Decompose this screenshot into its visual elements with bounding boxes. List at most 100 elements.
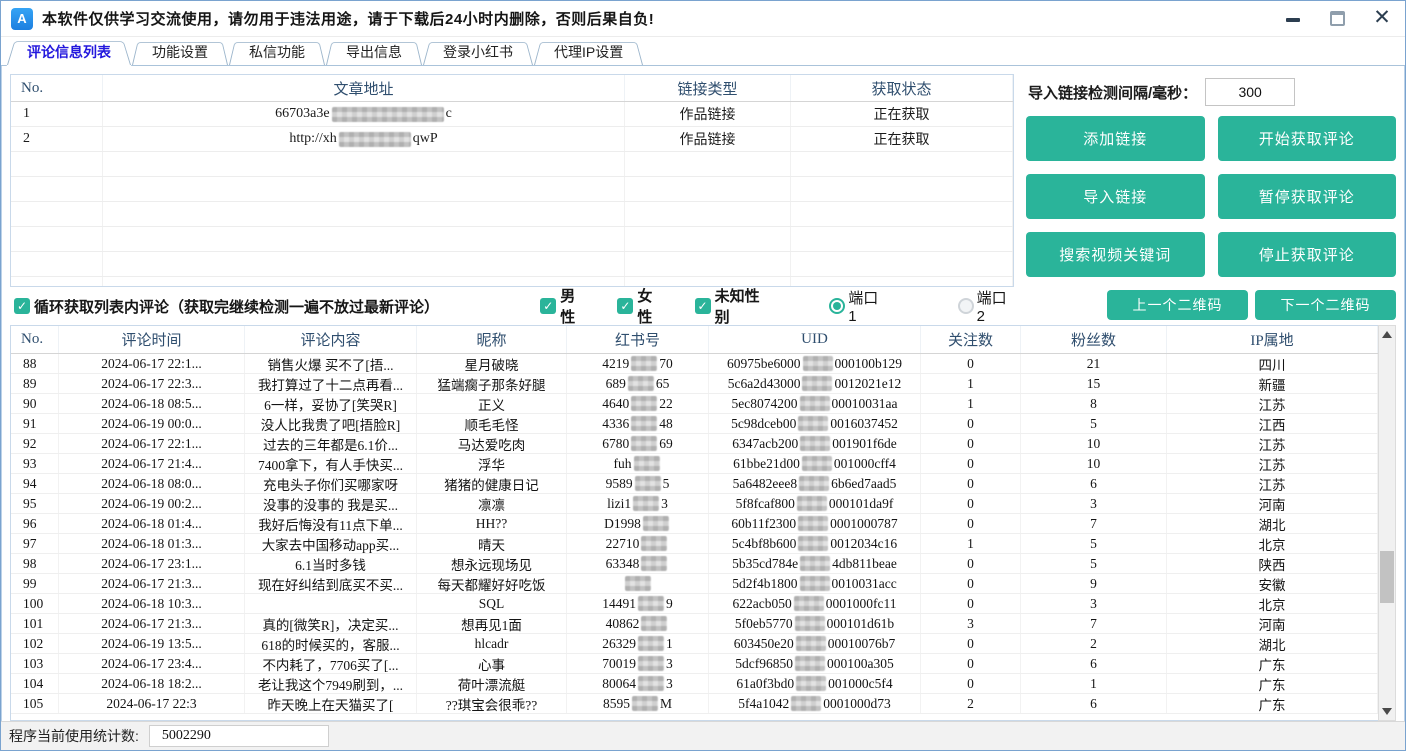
cell-fetch-status: 正在获取 [791, 127, 1013, 151]
col-header-uid[interactable]: UID [709, 326, 921, 353]
scroll-down-arrow[interactable] [1379, 703, 1395, 720]
cell-no: 93 [11, 454, 59, 473]
empty-cell [11, 177, 103, 201]
col-header-comment-content[interactable]: 评论内容 [245, 326, 417, 353]
scrollbar-thumb[interactable] [1380, 551, 1394, 603]
cell-ip-location: 广东 [1167, 654, 1378, 673]
comment-table-row[interactable]: 1002024-06-18 10:3...SQL144919622acb0500… [11, 594, 1378, 614]
comment-table-row[interactable]: 932024-06-17 21:4...7400拿下，有人手快买...浮华fuh… [11, 454, 1378, 474]
cell-uid: 5f4a10420001000d73 [709, 694, 921, 713]
start-fetch-comments-button[interactable]: 开始获取评论 [1218, 116, 1397, 161]
cell-no: 88 [11, 354, 59, 373]
cell-fans-count: 7 [1021, 514, 1167, 533]
comment-table-row[interactable]: 952024-06-19 00:2...没事的没事的 我是买...凛凛lizi1… [11, 494, 1378, 514]
port1-group: 端口1 [829, 287, 885, 325]
interval-input[interactable] [1205, 78, 1295, 106]
interval-label: 导入链接检测间隔/毫秒： [1028, 82, 1197, 103]
male-checkbox[interactable]: ✓ [540, 298, 556, 314]
search-video-keyword-button[interactable]: 搜索视频关键词 [1026, 232, 1205, 277]
col-header-red-id[interactable]: 红书号 [567, 326, 709, 353]
loop-checkbox[interactable]: ✓ [14, 298, 30, 314]
col-header-ip-location[interactable]: IP属地 [1167, 326, 1378, 353]
col-header-fans-count[interactable]: 粉丝数 [1021, 326, 1167, 353]
cell-comment-content: 我好后悔没有11点下单... [245, 514, 417, 533]
cell-nickname: SQL [417, 594, 567, 613]
comment-table-row[interactable]: 1042024-06-18 18:2...老让我这个7949刷到，...荷叶漂流… [11, 674, 1378, 694]
comment-table-row[interactable]: 982024-06-17 23:1...6.1当时多钱想永远现场见633485b… [11, 554, 1378, 574]
col-header-url[interactable]: 文章地址 [103, 75, 625, 101]
censored-blur [800, 396, 830, 411]
gender-female: ✓ 女性 [617, 285, 666, 327]
female-checkbox[interactable]: ✓ [617, 298, 633, 314]
comment-table-row[interactable]: 1032024-06-17 23:4...不内耗了，7706买了[...心事70… [11, 654, 1378, 674]
unknown-gender-checkbox[interactable]: ✓ [695, 298, 711, 314]
col-header-nickname[interactable]: 昵称 [417, 326, 567, 353]
cell-follow-count: 0 [921, 354, 1021, 373]
add-link-button[interactable]: 添加链接 [1026, 116, 1205, 161]
comment-table-row[interactable]: 992024-06-17 21:3...现在好纠结到底买不买...每天都耀好好吃… [11, 574, 1378, 594]
cell-comment-time: 2024-06-17 21:3... [59, 614, 245, 633]
cell-nickname: 马达爱吃肉 [417, 434, 567, 453]
link-table-row[interactable]: 166703a3ec作品链接正在获取 [11, 102, 1013, 127]
next-qrcode-button[interactable]: 下一个二维码 [1255, 290, 1396, 320]
cell-no: 89 [11, 374, 59, 393]
cell-comment-time: 2024-06-19 00:2... [59, 494, 245, 513]
stop-fetch-comments-button[interactable]: 停止获取评论 [1218, 232, 1397, 277]
tab-proxy-ip[interactable]: 代理IP设置 [534, 39, 643, 65]
col-header-link-type[interactable]: 链接类型 [625, 75, 791, 101]
cell-comment-content: 不内耗了，7706买了[... [245, 654, 417, 673]
tab-function-settings[interactable]: 功能设置 [132, 39, 228, 65]
scroll-up-arrow[interactable] [1379, 326, 1395, 343]
cell-nickname: 想再见1面 [417, 614, 567, 633]
maximize-button[interactable] [1329, 10, 1347, 28]
col-header-comment-time[interactable]: 评论时间 [59, 326, 245, 353]
cell-comment-time: 2024-06-19 00:0... [59, 414, 245, 433]
pause-fetch-comments-button[interactable]: 暂停获取评论 [1218, 174, 1397, 219]
minimize-button[interactable] [1285, 10, 1303, 28]
tab-export-info[interactable]: 导出信息 [326, 39, 422, 65]
comment-table-row[interactable]: 942024-06-18 08:0...充电头子你们买哪家呀猪猪的健康日记958… [11, 474, 1378, 494]
empty-cell [103, 252, 625, 276]
col-header-follow-count[interactable]: 关注数 [921, 326, 1021, 353]
comment-table-row[interactable]: 1052024-06-17 22:3昨天晚上在天猫买了[??琪宝会很乖??859… [11, 694, 1378, 714]
cell-red-id: fuh [567, 454, 709, 473]
cell-comment-content: 老让我这个7949刷到，... [245, 674, 417, 693]
tab-login-xiaohongshu[interactable]: 登录小红书 [423, 39, 533, 65]
cell-follow-count: 0 [921, 594, 1021, 613]
comment-table-row[interactable]: 882024-06-17 22:1...销售火爆 买不了[捂...星月破晓421… [11, 354, 1378, 374]
comment-table-row[interactable]: 922024-06-17 22:1...过去的三年都是6.1价...马达爱吃肉6… [11, 434, 1378, 454]
cell-ip-location: 广东 [1167, 674, 1378, 693]
cell-uid: 60b11f23000001000787 [709, 514, 921, 533]
previous-qrcode-button[interactable]: 上一个二维码 [1107, 290, 1248, 320]
control-panel: 导入链接检测间隔/毫秒： 添加链接 开始获取评论 导入链接 暂停获取评论 搜索视… [1014, 74, 1396, 325]
comment-table-row[interactable]: 1012024-06-17 21:3...真的[微笑R]，决定买...想再见1面… [11, 614, 1378, 634]
button-grid: 添加链接 开始获取评论 导入链接 暂停获取评论 搜索视频关键词 停止获取评论 [1026, 116, 1396, 277]
tab-comment-list[interactable]: 评论信息列表 [7, 38, 131, 65]
censored-blur [633, 496, 659, 511]
comment-table-row[interactable]: 892024-06-17 22:3...我打算过了十二点再看...猛端瘸子那条好… [11, 374, 1378, 394]
link-table-header: No. 文章地址 链接类型 获取状态 [11, 75, 1013, 102]
cell-follow-count: 0 [921, 634, 1021, 653]
censored-blur [800, 436, 830, 451]
comment-table-row[interactable]: 962024-06-18 01:4...我好后悔没有11点下单...HH??D1… [11, 514, 1378, 534]
link-table-row[interactable]: 2http://xhqwP作品链接正在获取 [11, 127, 1013, 152]
censored-blur [631, 436, 657, 451]
cell-uid: 6347acb200001901f6de [709, 434, 921, 453]
comment-table-row[interactable]: 1022024-06-19 13:5...618的时候买的，客服...hlcad… [11, 634, 1378, 654]
port2-radio[interactable] [958, 298, 974, 314]
close-button[interactable]: ✕ [1373, 10, 1391, 28]
censored-blur [641, 536, 667, 551]
cell-article-url: 66703a3ec [103, 102, 625, 126]
comment-table-row[interactable]: 912024-06-19 00:0...没人比我贵了吧[捂脸R]顺毛毛怪4336… [11, 414, 1378, 434]
tab-private-message[interactable]: 私信功能 [229, 39, 325, 65]
col-header-no[interactable]: No. [11, 326, 59, 353]
col-header-status[interactable]: 获取状态 [791, 75, 1013, 101]
vertical-scrollbar[interactable] [1378, 325, 1396, 721]
censored-blur [797, 496, 827, 511]
import-links-button[interactable]: 导入链接 [1026, 174, 1205, 219]
comment-table-row[interactable]: 972024-06-18 01:3...大家去中国移动app买...晴天2271… [11, 534, 1378, 554]
port1-radio[interactable] [829, 298, 845, 314]
col-header-no[interactable]: No. [11, 75, 103, 101]
comment-table-row[interactable]: 902024-06-18 08:5...6一样，妥协了[笑哭R]正义464022… [11, 394, 1378, 414]
empty-cell [11, 252, 103, 276]
